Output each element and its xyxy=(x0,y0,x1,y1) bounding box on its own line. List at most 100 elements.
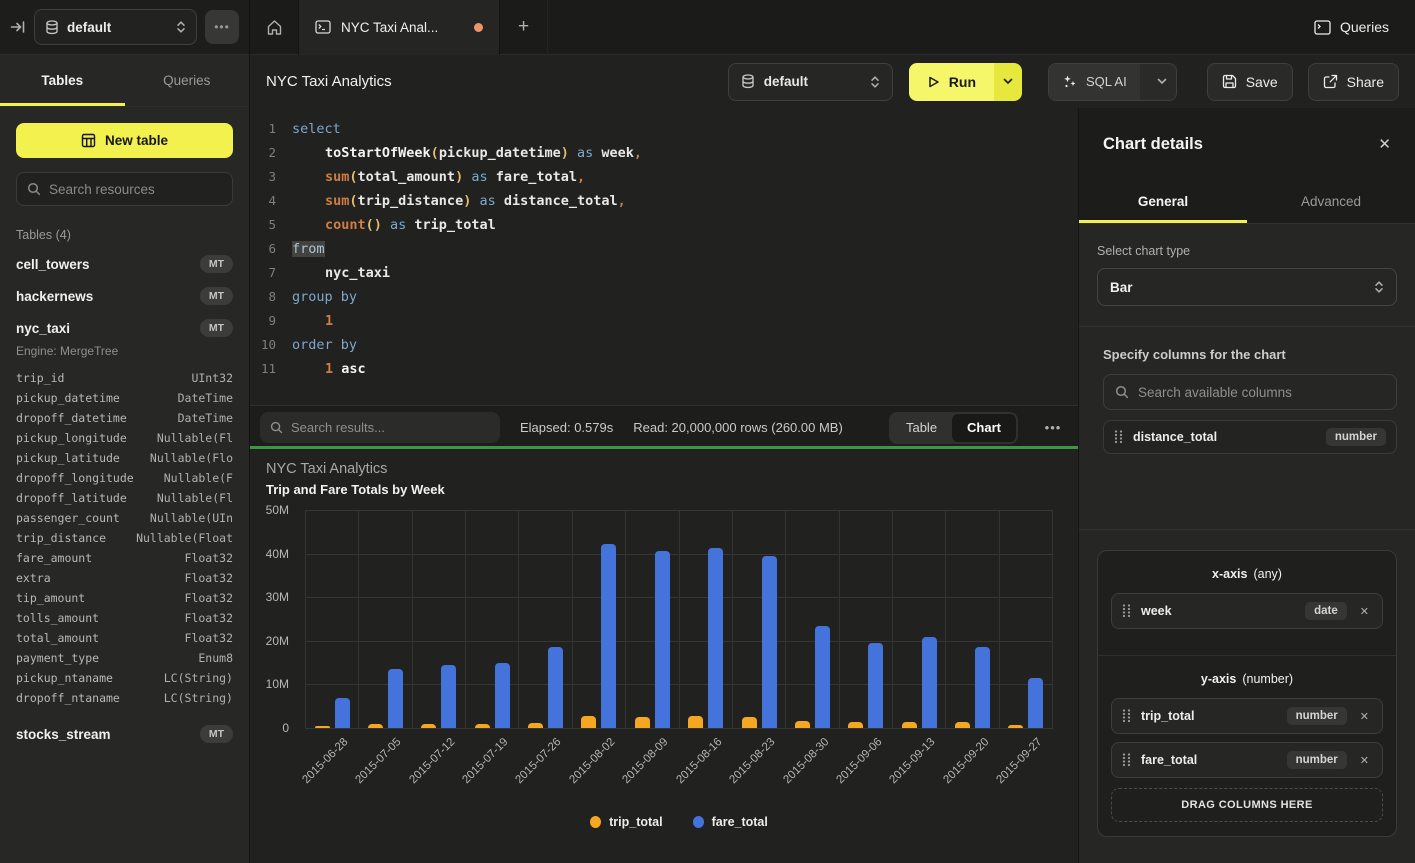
table-row-cell_towers[interactable]: cell_towersMT xyxy=(0,248,249,280)
sql-ai-button[interactable]: SQL AI xyxy=(1049,64,1140,100)
chart-type-select[interactable]: Bar xyxy=(1097,268,1397,306)
token-id: nyc_taxi xyxy=(325,265,390,281)
trip_total-bar[interactable] xyxy=(635,717,650,728)
column-type: Nullable(F xyxy=(164,468,233,488)
line-number: 7 xyxy=(250,261,292,285)
trip_total-bar[interactable] xyxy=(795,721,810,728)
code-content: count() as trip_total xyxy=(292,213,496,237)
legend-item-trip_total[interactable]: trip_total xyxy=(590,815,662,829)
columns-search-input[interactable] xyxy=(1138,385,1385,400)
chart-category-cell xyxy=(465,510,518,728)
table-column-row: pickup_longitudeNullable(Fl xyxy=(16,428,233,448)
sql-ai-options-button[interactable] xyxy=(1149,64,1176,100)
sidebar-more-button[interactable]: ••• xyxy=(205,10,239,44)
fare_total-bar[interactable] xyxy=(1028,678,1043,728)
chart-category-cell xyxy=(732,510,785,728)
table-column-row: tip_amountFloat32 xyxy=(16,588,233,608)
fare_total-bar[interactable] xyxy=(762,556,777,728)
table-row-hackernews[interactable]: hackernewsMT xyxy=(0,280,249,312)
legend-item-fare_total[interactable]: fare_total xyxy=(693,815,768,829)
queries-button[interactable]: Queries xyxy=(1314,19,1389,35)
trip_total-bar[interactable] xyxy=(581,716,596,728)
remove-column-icon[interactable]: ✕ xyxy=(1357,754,1372,767)
clickhouse-sql-console: default ••• Tables Queries New table Tab… xyxy=(0,0,1415,863)
table-column-row: extraFloat32 xyxy=(16,568,233,588)
new-tab-button[interactable]: + xyxy=(500,0,548,55)
trip_total-bar[interactable] xyxy=(688,716,703,728)
available-columns-list: distance_totalnumber xyxy=(1103,420,1397,454)
bar-group xyxy=(733,556,785,728)
y-axis-heading: y-axis(number) xyxy=(1111,672,1383,686)
tab-queries[interactable]: Queries xyxy=(125,55,250,106)
column-chip-trip_total[interactable]: trip_totalnumber✕ xyxy=(1111,698,1383,734)
chart-category-cell xyxy=(892,510,945,728)
tab-bar: NYC Taxi Anal... + Queries xyxy=(250,0,1415,55)
fare_total-bar[interactable] xyxy=(495,663,510,728)
run-options-button[interactable] xyxy=(994,63,1022,101)
header-database-selector[interactable]: default xyxy=(728,63,893,101)
results-more-button[interactable]: ••• xyxy=(1038,420,1068,435)
results-search-input[interactable] xyxy=(291,420,490,435)
tab-advanced[interactable]: Advanced xyxy=(1247,180,1415,223)
fare_total-bar[interactable] xyxy=(868,643,883,728)
fare_total-bar[interactable] xyxy=(335,698,350,728)
chart-title: NYC Taxi Analytics xyxy=(266,461,387,477)
table-view-button[interactable]: Table xyxy=(891,414,952,442)
x-axis-section: x-axis(any) weekdate✕ xyxy=(1098,551,1396,656)
columns-search[interactable] xyxy=(1103,374,1397,410)
chart-legend: trip_total fare_total xyxy=(305,815,1053,829)
column-chip-distance_total[interactable]: distance_totalnumber xyxy=(1103,420,1397,454)
sidebar-search-input[interactable] xyxy=(49,182,222,197)
column-name: dropoff_datetime xyxy=(16,408,127,428)
close-icon[interactable]: ✕ xyxy=(1378,135,1391,153)
remove-column-icon[interactable]: ✕ xyxy=(1357,710,1372,723)
column-chip-fare_total[interactable]: fare_totalnumber✕ xyxy=(1111,742,1383,778)
chevron-updown-icon xyxy=(176,20,186,34)
query-tab[interactable]: NYC Taxi Anal... xyxy=(298,0,500,55)
column-name: trip_id xyxy=(16,368,64,388)
editor-line: 3sum(total_amount) as fare_total, xyxy=(250,165,1078,189)
run-button[interactable]: Run xyxy=(909,63,994,101)
table-row-stocks_stream[interactable]: stocks_streamMT xyxy=(0,718,249,750)
sidebar-search[interactable] xyxy=(16,172,233,206)
column-chip-week[interactable]: weekdate✕ xyxy=(1111,593,1383,629)
trip_total-bar[interactable] xyxy=(742,717,757,728)
tab-tables[interactable]: Tables xyxy=(0,55,125,106)
token-o: , xyxy=(577,169,585,185)
fare_total-bar[interactable] xyxy=(975,647,990,729)
table-row-nyc_taxi[interactable]: nyc_taxiMT xyxy=(0,312,249,344)
column-name: fare_amount xyxy=(16,548,92,568)
fare_total-bar[interactable] xyxy=(708,548,723,728)
fare_total-bar[interactable] xyxy=(922,637,937,728)
results-search[interactable] xyxy=(260,412,500,443)
table-name: hackernews xyxy=(16,289,93,304)
tab-general[interactable]: General xyxy=(1079,180,1247,223)
drag-columns-dropzone[interactable]: DRAG COLUMNS HERE xyxy=(1111,788,1383,822)
chart-category-cell xyxy=(999,510,1053,728)
token-o: , xyxy=(634,145,642,161)
fare_total-bar[interactable] xyxy=(548,647,563,728)
tables-section-label: Tables (4) xyxy=(16,228,233,242)
new-table-button[interactable]: New table xyxy=(16,123,233,158)
bar-chart-plot[interactable]: 010M20M30M40M50M 2015-06-282015-07-05201… xyxy=(305,510,1053,728)
save-button[interactable]: Save xyxy=(1207,63,1293,101)
line-number: 2 xyxy=(250,141,292,165)
chart-category-cell xyxy=(785,510,838,728)
fare_total-bar[interactable] xyxy=(388,669,403,728)
sql-editor[interactable]: 1select2toStartOfWeek(pickup_datetime) a… xyxy=(250,108,1078,405)
token-n: 1 xyxy=(325,313,333,329)
fare_total-bar[interactable] xyxy=(441,665,456,728)
fare_total-bar[interactable] xyxy=(601,544,616,728)
fare_total-bar[interactable] xyxy=(815,626,830,729)
collapse-sidebar-icon[interactable] xyxy=(10,19,26,35)
bar-group xyxy=(359,669,411,728)
database-selector[interactable]: default xyxy=(34,9,197,45)
chart-view-button[interactable]: Chart xyxy=(952,414,1016,442)
remove-column-icon[interactable]: ✕ xyxy=(1357,605,1372,618)
table-icon xyxy=(81,133,96,148)
fare_total-bar[interactable] xyxy=(655,551,670,729)
code-content: sum(trip_distance) as distance_total, xyxy=(292,189,626,213)
share-button[interactable]: Share xyxy=(1308,63,1399,101)
home-button[interactable] xyxy=(250,0,298,55)
chart-details-title: Chart details xyxy=(1103,135,1203,154)
